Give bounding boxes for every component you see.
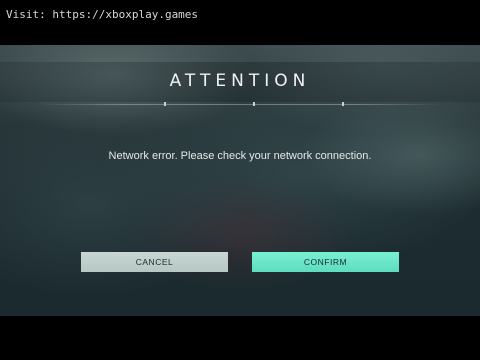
title-divider [40, 104, 440, 105]
dialog-title: ATTENTION [169, 71, 311, 91]
error-message: Network error. Please check your network… [108, 150, 372, 162]
divider-tick-center [253, 102, 255, 106]
game-frame: Visit: https://xboxplay.games ATTENTION … [0, 0, 480, 360]
cancel-button[interactable]: CANCEL [81, 252, 228, 272]
confirm-button[interactable]: CONFIRM [252, 252, 399, 272]
error-dialog-screen: ATTENTION Network error. Please check yo… [0, 45, 480, 316]
divider-tick-left [164, 102, 166, 106]
watermark-text: Visit: https://xboxplay.games [6, 8, 199, 21]
divider-tick-right [342, 102, 344, 106]
